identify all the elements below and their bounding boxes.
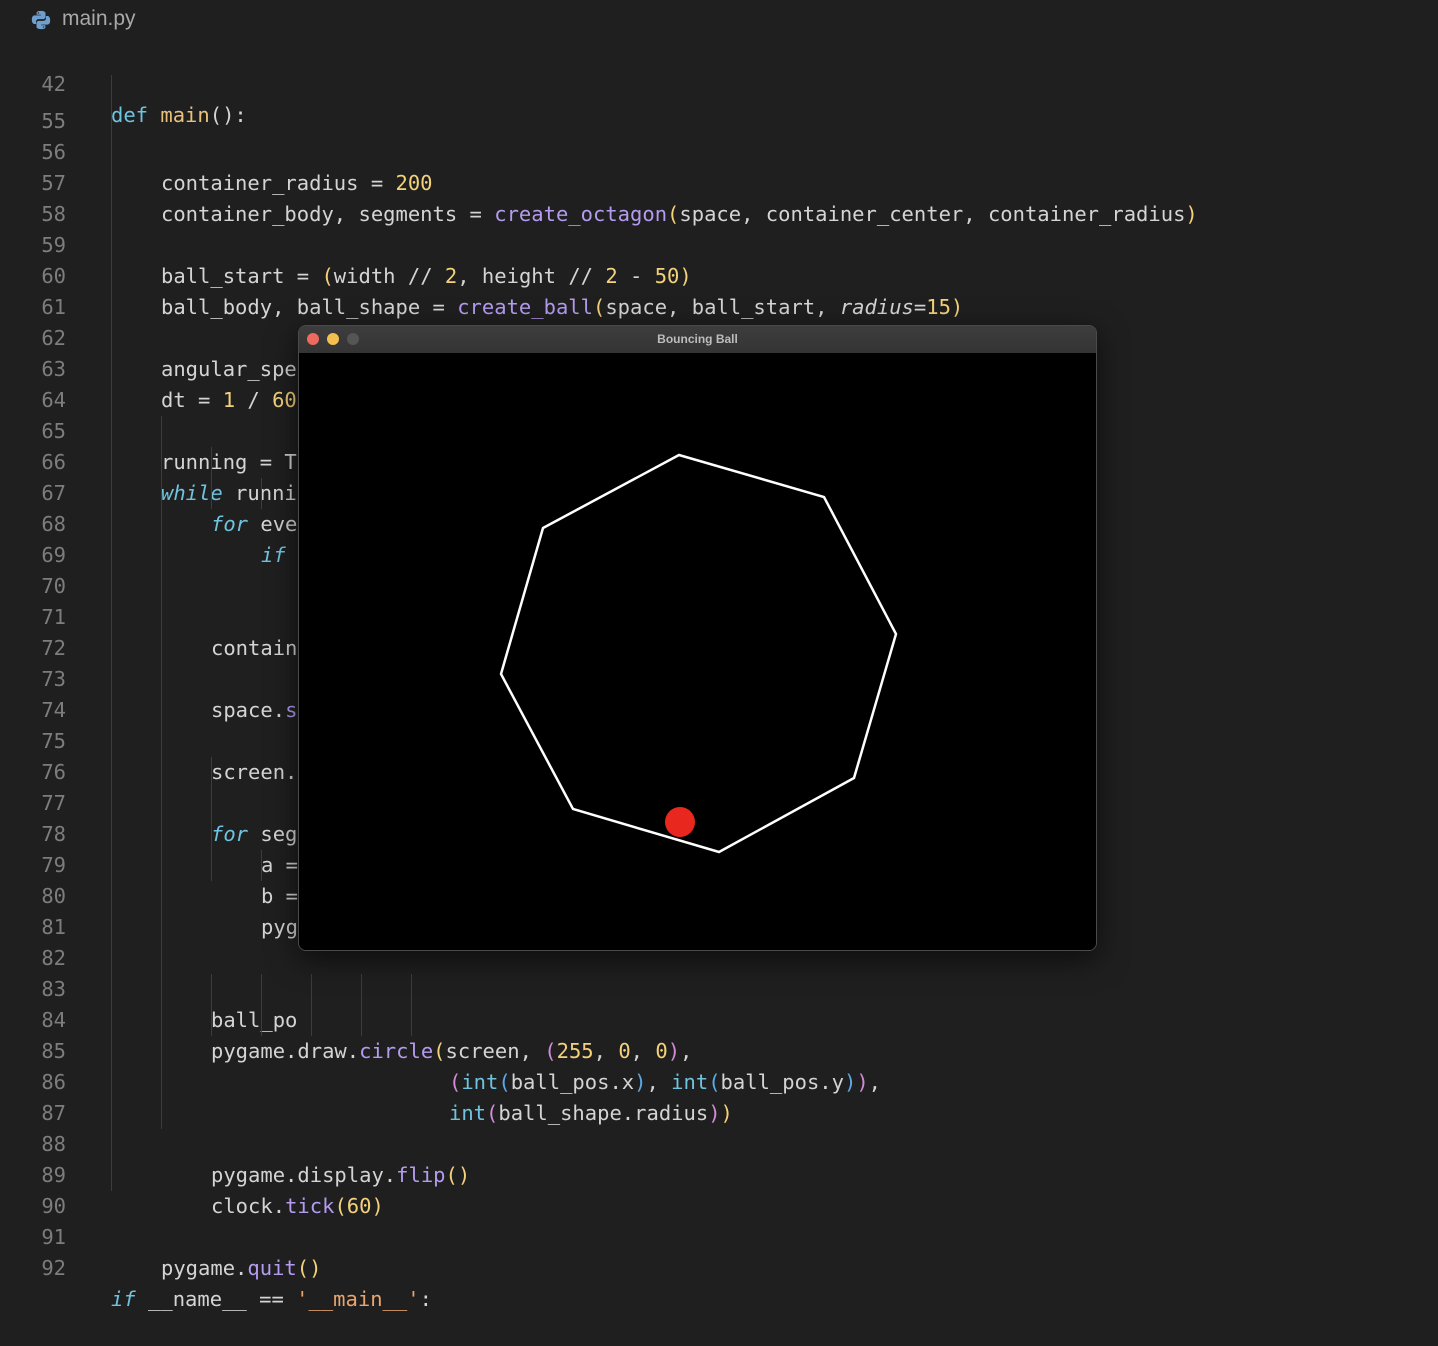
window-titlebar[interactable]: Bouncing Ball (299, 326, 1096, 354)
code-line: 87 pygame.display.flip() (0, 1067, 1438, 1187)
code-line: 56 container_body, segments = create_oct… (0, 106, 1438, 226)
code-line: 62 dt = 1 / 60.0 (0, 292, 1438, 412)
code-line: 92 if __name__ == '__main__': (0, 1222, 1438, 1311)
string: '__main__' (296, 1287, 420, 1311)
code-line: 57 (0, 137, 1438, 195)
keyword: if (111, 1287, 136, 1311)
tab-filename[interactable]: main.py (62, 7, 136, 31)
code-line: 90 pygame.quit() (0, 1160, 1438, 1280)
python-icon (31, 10, 51, 30)
code-token: : (419, 1287, 432, 1311)
octagon-container (499, 453, 898, 854)
game-canvas[interactable] (299, 353, 1096, 950)
code-line: 91 (0, 1191, 1438, 1249)
code-token: __name__ == (135, 1287, 297, 1311)
game-window[interactable]: Bouncing Ball (298, 325, 1097, 951)
code-line: 42 def main(): (0, 38, 1438, 127)
code-line: 61 angular_speed = math.radians(60) (0, 261, 1438, 381)
code-line: 85 int(ball_shape.radius)) (0, 1005, 1438, 1125)
code-line: 84 (int(ball_pos.x), int(ball_pos.y)), (0, 974, 1438, 1094)
code-text: pygame.quit() (161, 1253, 321, 1284)
code-line: 88 clock.tick(60) (0, 1098, 1438, 1218)
window-title: Bouncing Ball (657, 332, 738, 346)
code-line: 59 ball_body, ball_shape = create_ball(s… (0, 199, 1438, 319)
line-number: 92 (41, 1256, 66, 1280)
code-line: 86 (0, 1036, 1438, 1094)
function-call: quit (247, 1256, 297, 1280)
code-token: pygame. (161, 1256, 248, 1280)
editor-tab-bar: main.py (0, 0, 1438, 38)
code-line: 55 container_radius = 200 (0, 75, 1438, 195)
code-line: 60 (0, 230, 1438, 288)
game-scene (499, 453, 898, 854)
code-line: 58 ball_start = (width // 2, height // 2… (0, 168, 1438, 288)
code-text: if __name__ == '__main__': (111, 1284, 432, 1315)
red-ball (665, 807, 695, 837)
paren: () (296, 1256, 322, 1280)
code-line: 89 (0, 1129, 1438, 1187)
